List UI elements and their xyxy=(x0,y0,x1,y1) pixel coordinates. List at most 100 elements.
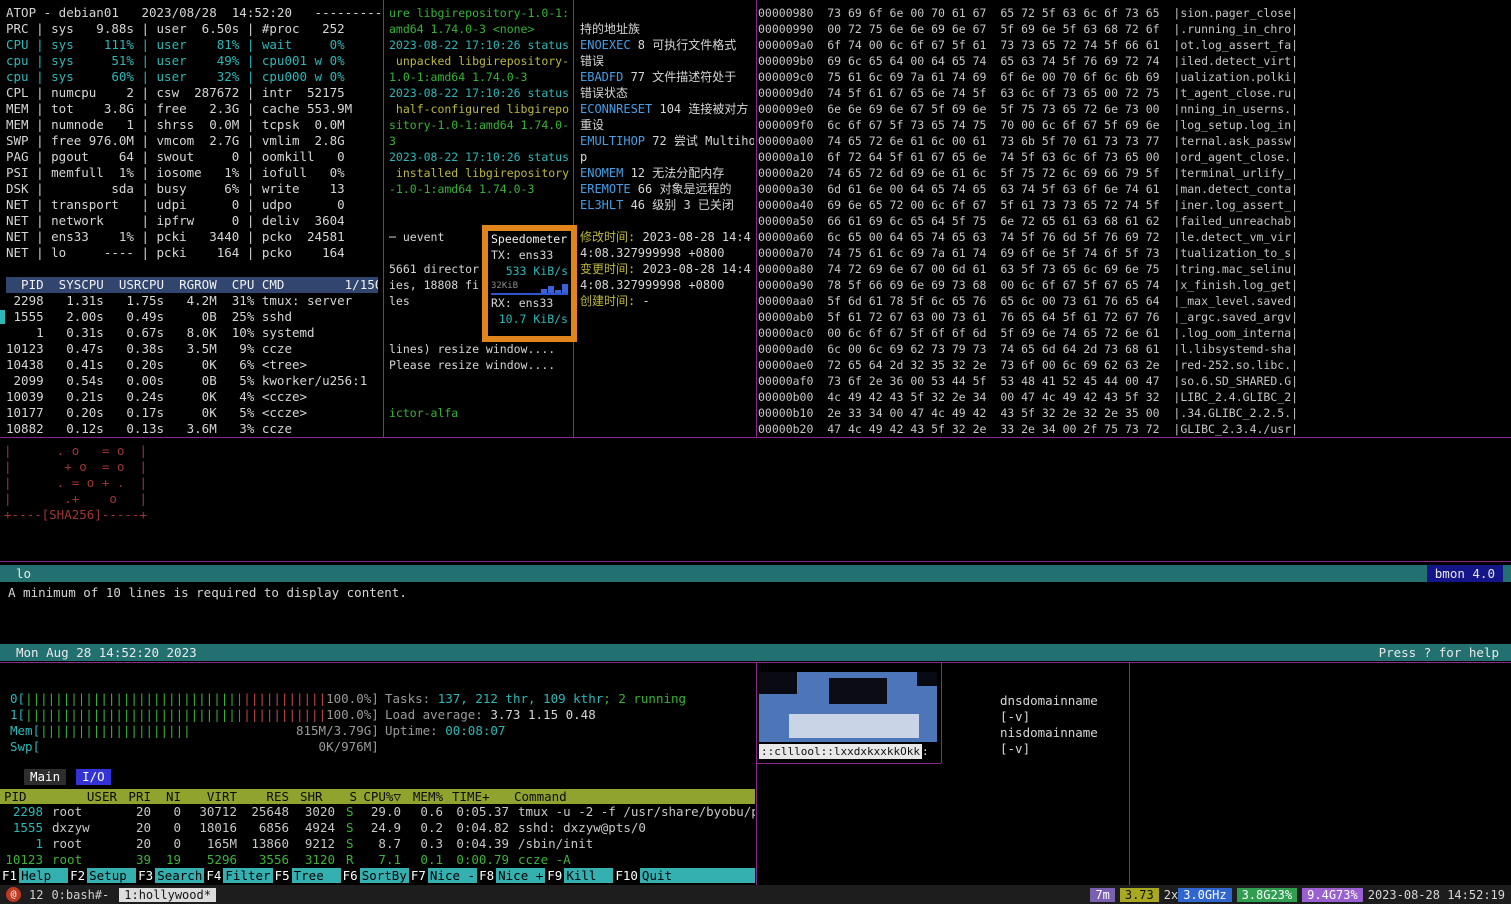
errno-line: 变更时间: 2023-08-28 14:4 xyxy=(580,262,751,276)
htop-process-row[interactable]: 1555 dxzyw 20 0 18016 6856 4924 S 24.9 0.2 0:04.82… xyxy=(0,820,755,836)
htop-column-header[interactable]: USER xyxy=(48,789,122,804)
htop-table-body: 2298 root 20 0 30712 25648 3020 S 29.0 0.6 0:05.37… xyxy=(0,804,755,868)
byobu-badge[interactable]: @ xyxy=(6,887,21,902)
status-segment: 2x xyxy=(1163,887,1179,902)
atop-stat-line: CPL | numcpu 2 | csw 287672 | intr 52175 xyxy=(6,85,345,100)
randomart-line: | .+ o | xyxy=(4,491,147,506)
function-key-button[interactable]: F6 SortBy xyxy=(341,868,409,883)
hexdump-line: 00000ac0 00 6c 6f 67 5f 6f 6f 6d 5f 69 6… xyxy=(758,326,1299,340)
atop-cursor-marker xyxy=(0,310,5,324)
art-block xyxy=(759,672,797,694)
hexdump-line: 00000ab0 5f 61 72 67 63 00 73 61 76 65 6… xyxy=(758,310,1299,324)
htop-tab[interactable]: Main xyxy=(24,769,67,785)
htop-pane: 0[||||||||||||||||||||||||||||||||||||||… xyxy=(0,663,755,884)
htop-column-header[interactable]: MEM% xyxy=(406,789,448,804)
dpkg-log-line: -1.0-1:amd64 1.74.0-3 xyxy=(389,182,535,196)
hexdump-line: 00000a60 6c 65 00 64 65 74 65 63 74 5f 7… xyxy=(758,230,1299,244)
function-key-number: F5 xyxy=(274,868,290,883)
hexdump-line: 00000a80 74 72 69 6e 67 00 6d 61 63 5f 7… xyxy=(758,262,1299,276)
hostname-help-pane: dnsdomainname [-v] nisdomainname [-v] xyxy=(942,663,1128,884)
load-average-value: 3.73 1.15 0.48 xyxy=(490,707,596,722)
function-key-button[interactable]: F2 Setup xyxy=(68,868,137,883)
htop-column-header[interactable]: NI xyxy=(156,789,186,804)
dpkg-log-line: sitory-1.0-1:amd64 1.74.0- xyxy=(389,118,570,132)
hexdump-line: 00000990 00 72 75 6e 6e 69 6e 67 5f 69 6… xyxy=(758,22,1299,36)
atop-stat-line: MEM | tot 3.8G | free 2.3G | cache 553.9… xyxy=(6,101,353,116)
tmux-status-bar: @ 12 0:bash#- 1:hollywood* 7m 3.73 2x 3.… xyxy=(0,885,1511,904)
htop-tab[interactable]: I/O xyxy=(76,769,111,785)
function-key-button[interactable]: F5 Tree xyxy=(273,868,341,883)
function-key-button[interactable]: F9 Kill xyxy=(545,868,614,883)
dpkg-log-line: 1.0-1:amd64 1.74.0-3 xyxy=(389,70,528,84)
dpkg-log-line xyxy=(389,389,571,405)
htop-column-header[interactable]: S xyxy=(340,789,362,804)
hexdump-line: 000009f0 6c 6f 67 5f 73 65 74 75 70 00 6… xyxy=(758,118,1299,132)
hexdump-line: 00000b10 2e 33 34 00 47 4c 49 42 43 5f 3… xyxy=(758,406,1299,420)
dpkg-log-line xyxy=(389,373,571,389)
dpkg-log-line: Please resize window.... xyxy=(389,358,556,372)
htop-column-header[interactable]: TIME+ xyxy=(448,789,514,804)
load-average-label: Load average: xyxy=(385,707,491,722)
status-segment: 9.4G73% xyxy=(1302,887,1363,902)
atop-stat-line: PRC | sys 9.88s | user 6.50s | #proc 252 xyxy=(6,21,345,36)
pane-border xyxy=(756,0,757,437)
hexdump-line: 00000aa0 5f 6d 61 78 5f 6c 65 76 65 6c 0… xyxy=(758,294,1299,308)
function-key-label: Tree xyxy=(291,868,341,883)
function-key-button[interactable]: F10 Quit xyxy=(613,868,689,883)
errno-line xyxy=(580,213,754,229)
atop-process-row: 2298 1.31s 1.75s 4.2M 31% tmux: server xyxy=(6,293,353,308)
dpkg-log-line: lines) resize window.... xyxy=(389,342,556,356)
hostname-help-line: [-v] xyxy=(1000,709,1031,724)
htop-column-header[interactable]: RES xyxy=(242,789,294,804)
atop-process-row: 1 0.31s 0.67s 8.0K 10% systemd xyxy=(6,325,315,340)
hexdump-line: 00000a10 6f 72 64 5f 61 67 65 6e 74 5f 6… xyxy=(758,150,1299,164)
speedometer-rx-label: RX: ens33 xyxy=(491,296,554,310)
htop-process-row[interactable]: 1 root 20 0 165M 13860 9212 S 8.7 0.3 0:04.39/sbin… xyxy=(0,836,755,852)
function-key-number: F10 xyxy=(615,868,638,883)
htop-process-row[interactable]: 2298 root 20 0 30712 25648 3020 S 29.0 0.6 0:05.37… xyxy=(0,804,755,820)
function-key-button[interactable]: F7 Nice - xyxy=(409,868,478,883)
function-key-button[interactable]: F4 Filter xyxy=(204,868,273,883)
randomart-line: | . o = o | xyxy=(4,443,147,458)
terminal-image-art xyxy=(759,672,937,742)
dpkg-log-line: 2023-08-22 17:10:26 status xyxy=(389,150,570,164)
dpkg-log-line xyxy=(389,197,571,213)
function-key-button[interactable]: F3 Search xyxy=(136,868,205,883)
hexdump-line: 00000a70 74 75 61 6c 69 7a 61 74 69 6f 6… xyxy=(758,246,1299,260)
window-tab[interactable]: 1:hollywood* xyxy=(119,887,216,902)
pane-border xyxy=(0,437,1511,438)
htop-tabs: Main I/O xyxy=(24,769,111,785)
function-key-label: Nice + xyxy=(496,868,546,883)
atop-process-row: 1555 2.00s 0.49s 0B 25% sshd xyxy=(6,309,292,324)
function-key-button[interactable]: F1 Help xyxy=(0,868,69,883)
htop-column-header[interactable]: Command xyxy=(514,789,755,804)
atop-process-row: 10123 0.47s 0.38s 3.5M 9% ccze xyxy=(6,341,292,356)
function-keys: F1 Help F2 Setup F3 Search F4 Filter F5 Tree … xyxy=(0,868,689,883)
htop-column-header[interactable]: CPU%▽ xyxy=(362,789,406,804)
dpkg-log-pane: ure libgirepository-1.0-1: amd64 1.74.0-… xyxy=(389,0,571,437)
function-key-button[interactable]: F8 Nice + xyxy=(477,868,546,883)
htop-column-header[interactable]: PRI xyxy=(122,789,156,804)
hexdump-line: 00000af0 73 6f 2e 36 00 53 44 5f 53 48 4… xyxy=(758,374,1299,388)
resource-meter: Mem[|||||||||||||||||||| 815M/3.79G] xyxy=(10,723,379,738)
htop-column-header[interactable]: SHR xyxy=(294,789,340,804)
speedometer-graph: 32KiB xyxy=(491,279,568,295)
htop-table-header: PID USER PRI NI VIRT RES SHR S CPU%▽ MEM… xyxy=(0,789,755,804)
dpkg-log-line: 2023-08-22 17:10:26 status xyxy=(389,38,570,52)
art-caption-tail: : xyxy=(921,745,929,758)
htop-column-header[interactable]: VIRT xyxy=(186,789,242,804)
htop-column-header[interactable]: PID xyxy=(0,789,48,804)
resource-meter: 0[||||||||||||||||||||||||||||||||||||||… xyxy=(10,691,379,706)
atop-stat-line: DSK | sda | busy 6% | write 13 xyxy=(6,181,345,196)
errno-line: 修改时间: 2023-08-28 14:4 xyxy=(580,230,751,244)
htop-process-row[interactable]: 10123 root 39 19 5296 3556 3120 R 7.1 0.1 0:00.79 c… xyxy=(0,852,755,868)
dpkg-log-line: unpacked libgirepository- xyxy=(389,54,570,68)
hexdump-line: 00000a00 74 65 72 6e 61 6c 00 61 73 6b 5… xyxy=(758,134,1299,148)
art-block xyxy=(917,672,937,686)
function-key-number: F3 xyxy=(138,868,154,883)
errno-line: EMULTIHOP 72 尝试 Multiho xyxy=(580,134,754,148)
function-key-number: F1 xyxy=(2,868,18,883)
dpkg-log-line: half-configured libgirepo xyxy=(389,102,570,116)
uptime-label: Uptime: xyxy=(385,723,446,738)
window-tab[interactable]: 0:bash#- xyxy=(51,888,109,902)
